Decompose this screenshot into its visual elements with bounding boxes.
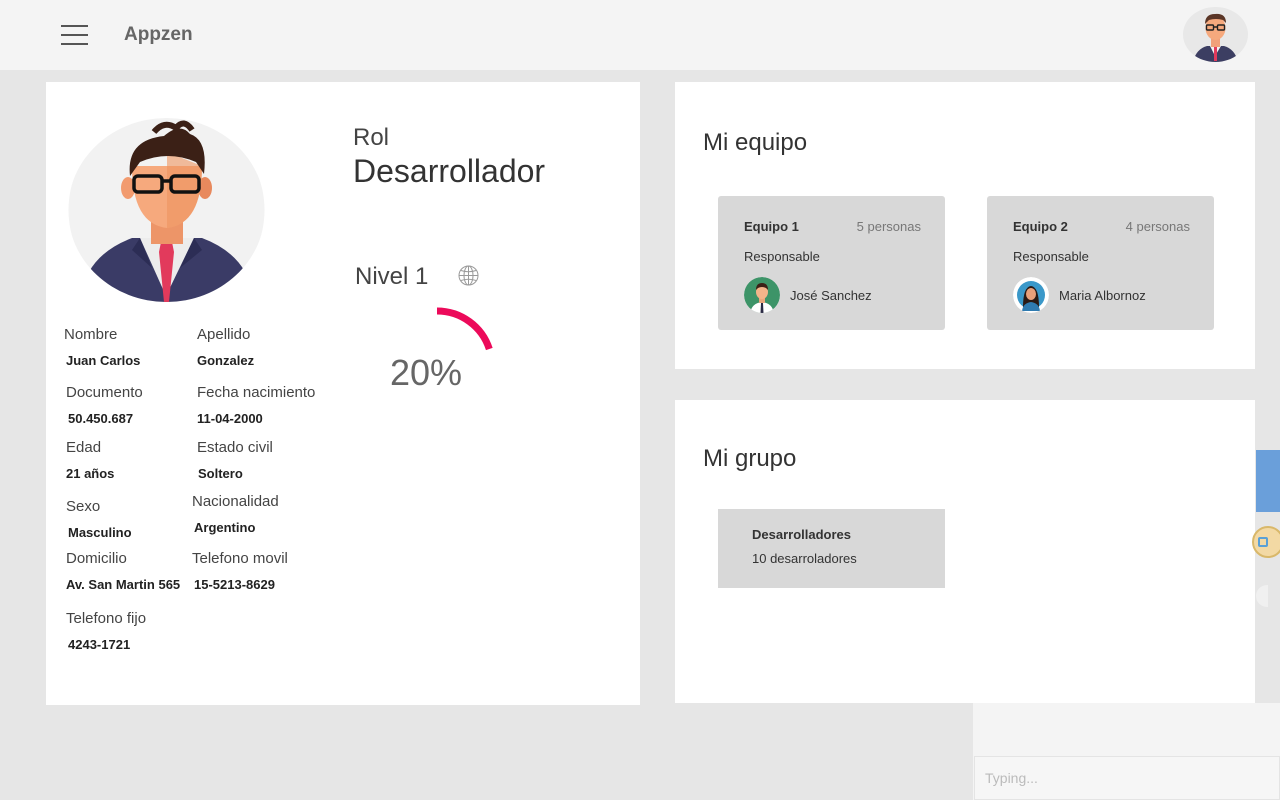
member-name: Maria Albornoz [1059,288,1146,303]
team-member-count: 5 personas [856,219,921,234]
estado-civil-label: Estado civil [197,439,273,456]
group-member-count: 10 desarroladores [752,551,857,566]
domicilio-label: Domicilio [66,550,127,567]
team-box-1[interactable]: Equipo 1 5 personas Responsable José San… [718,196,945,330]
group-section-title: Mi grupo [703,445,797,472]
apellido-value: Gonzalez [197,353,255,368]
sexo-label: Sexo [66,498,101,515]
profile-avatar [68,118,265,302]
member-name: José Sanchez [790,288,872,303]
fecha-nacimiento-value: 11-04-2000 [197,411,263,426]
rol-value: Desarrollador [353,153,546,189]
hamburger-menu-icon[interactable] [61,25,88,45]
team-member-count: 4 personas [1125,219,1190,234]
edad-value: 21 años [66,466,115,481]
globe-icon[interactable] [458,265,479,286]
group-box[interactable]: Desarrolladores 10 desarroladores [718,509,945,588]
profile-card: Nombre Juan Carlos Apellido Gonzalez Doc… [46,82,640,705]
rol-label: Rol [353,124,390,151]
nacionalidad-label: Nacionalidad [192,493,279,510]
team-card: Mi equipo Equipo 1 5 personas Responsabl… [675,82,1255,369]
team-role: Responsable [1013,249,1089,264]
domicilio-value: Av. San Martin 565 [66,577,181,592]
group-name: Desarrolladores [752,527,851,542]
telefono-movil-value: 15-5213-8629 [194,577,275,592]
estado-civil-value: Soltero [198,466,243,481]
level-progress-percent: 20% [390,352,463,393]
user-avatar-icon[interactable] [1183,7,1248,62]
member-avatar-female [1013,277,1049,313]
team-name: Equipo 1 [744,219,799,234]
fecha-nacimiento-label: Fecha nacimiento [197,384,316,401]
documento-value: 50.450.687 [68,411,134,426]
level-progress-arc [436,307,493,351]
nacionalidad-value: Argentino [194,520,256,535]
nombre-value: Juan Carlos [66,353,141,368]
team-role: Responsable [744,249,820,264]
side-panel-tab[interactable] [1256,450,1280,512]
chat-input[interactable] [974,756,1280,800]
team-name: Equipo 2 [1013,219,1068,234]
telefono-fijo-value: 4243-1721 [68,637,131,652]
documento-label: Documento [66,384,143,401]
apellido-label: Apellido [197,326,251,343]
nivel-label: Nivel 1 [355,263,429,290]
group-card: Mi grupo Desarrolladores 10 desarrolador… [675,400,1255,703]
side-indicator [1256,585,1268,607]
edad-label: Edad [66,439,102,456]
nombre-label: Nombre [64,326,118,343]
telefono-fijo-label: Telefono fijo [66,610,147,627]
app-title: Appzen [124,24,193,45]
team-box-2[interactable]: Equipo 2 4 personas Responsable Maria Al… [987,196,1214,330]
top-bar: Appzen [0,0,1280,70]
sexo-value: Masculino [68,525,132,540]
team-section-title: Mi equipo [703,129,808,156]
chat-bubble-icon[interactable] [1252,526,1280,558]
member-avatar-male [744,277,780,313]
telefono-movil-label: Telefono movil [192,550,288,567]
